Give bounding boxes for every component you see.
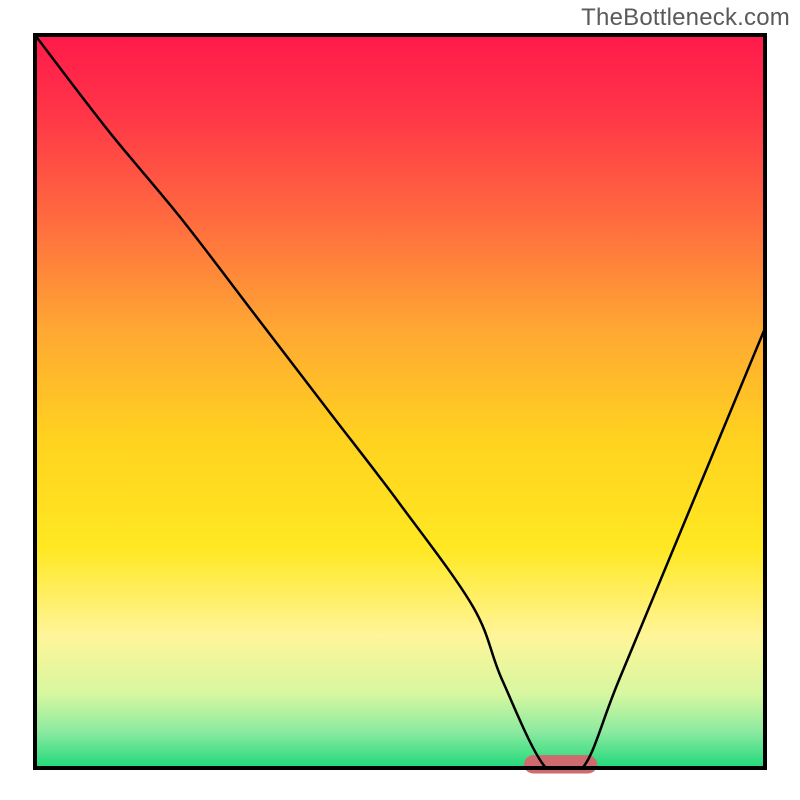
chart-container: TheBottleneck.com (0, 0, 800, 800)
watermark-text: TheBottleneck.com (581, 4, 790, 32)
plot-background (35, 35, 765, 768)
chart-svg (0, 0, 800, 800)
